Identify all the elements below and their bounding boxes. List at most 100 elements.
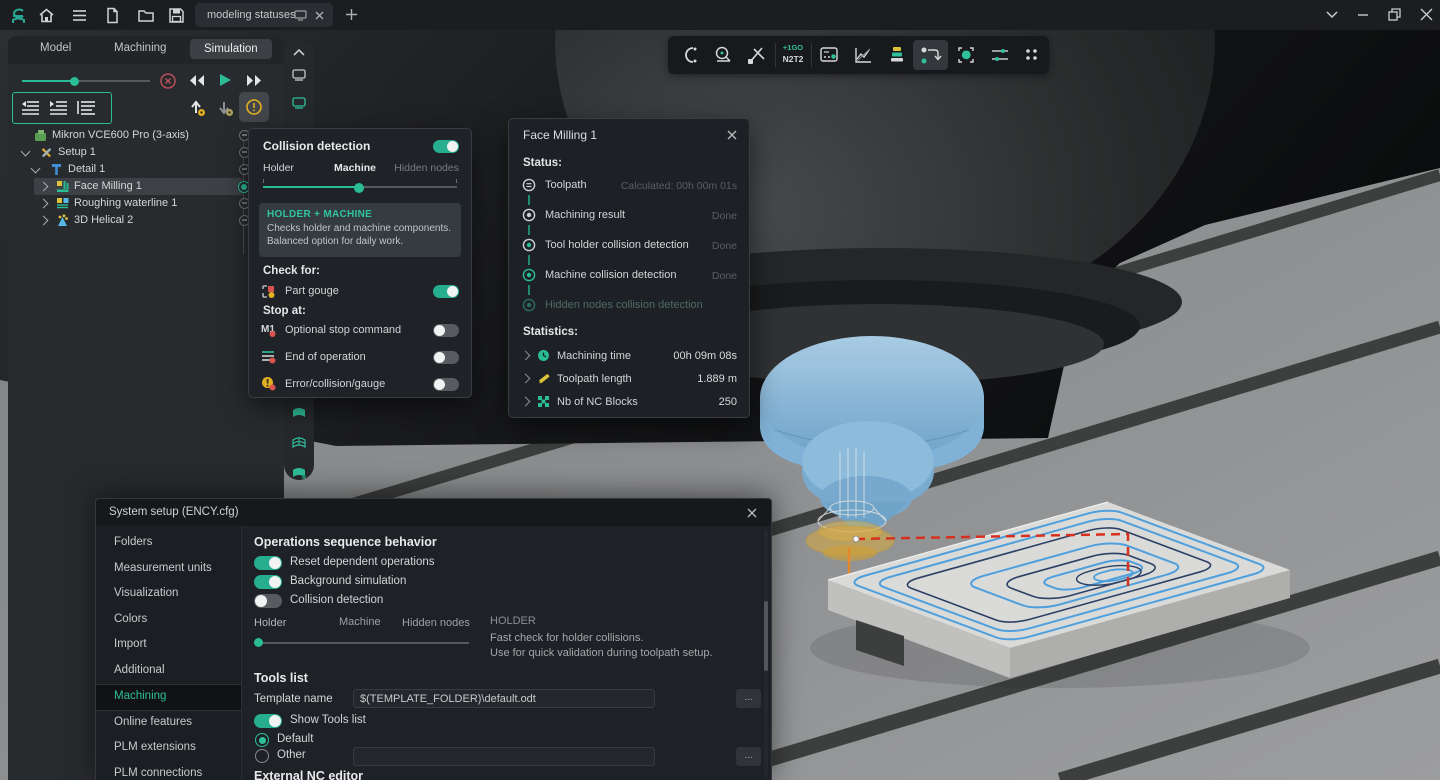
goto-current-list-icon[interactable] [48,99,68,115]
sidebar-item-online-features[interactable]: Online features [96,711,241,736]
slider-label-machine[interactable]: Machine [334,162,376,174]
stat-row-nc-blocks[interactable]: Nb of NC Blocks 250 [509,393,749,411]
tool-stack-icon[interactable] [882,40,912,70]
error-gauge-row[interactable]: Error/collision/gauge [249,374,471,394]
status-item-toolpath[interactable]: Toolpath Calculated: 00h 00m 01s [509,177,749,195]
background-simulation-toggle[interactable] [254,575,282,589]
open-folder-icon[interactable] [137,7,154,24]
sidebar-item-plm-connections[interactable]: PLM connections [96,762,241,780]
template-browse-button[interactable]: ... [736,689,761,708]
chevron-right-icon[interactable] [39,216,49,226]
collision-level-slider[interactable] [254,642,469,644]
filters-icon[interactable] [985,40,1015,70]
chevron-down-icon[interactable] [21,147,31,157]
goto-start-list-icon[interactable] [20,99,40,115]
other-template-input[interactable] [353,747,655,766]
sidebar-item-folders[interactable]: Folders [96,531,241,556]
diagnostics-icon[interactable] [848,40,878,70]
new-tab-icon[interactable] [344,7,361,24]
other-radio[interactable] [255,749,269,763]
machine-outline-icon[interactable] [290,66,308,84]
collision-level-slider-handle[interactable] [354,183,364,193]
status-item-hidden-nodes[interactable]: Hidden nodes collision detection [509,297,749,315]
close-tab-icon[interactable] [314,10,325,21]
save-icon[interactable] [168,7,185,24]
stat-row-toolpath-length[interactable]: Toolpath length 1.889 m [509,370,749,388]
stock-icon[interactable] [290,405,308,421]
dialog-scrollbar-thumb[interactable] [764,601,768,671]
collision-level-slider-handle[interactable] [254,638,263,647]
sidebar-item-import[interactable]: Import [96,633,241,658]
sidebar-item-visualization[interactable]: Visualization [96,582,241,607]
gcode-icon[interactable]: +1GO N2T2 [777,40,809,70]
status-item-machine-collision[interactable]: Machine collision detection Done [509,267,749,285]
arrow-up-badge-icon[interactable] [189,98,206,117]
status-item-holder-collision[interactable]: Tool holder collision detection Done [509,237,749,255]
chevron-right-icon[interactable] [39,199,49,209]
part-gouge-toggle[interactable] [433,285,459,298]
slider-label-machine[interactable]: Machine [339,616,381,628]
collision-zone-icon[interactable] [951,40,981,70]
part-icon[interactable] [290,465,308,481]
mesh-icon[interactable] [290,435,308,451]
magnet-icon[interactable] [674,40,704,70]
rewind-icon[interactable] [189,74,205,87]
tab-model[interactable]: Model [40,42,71,54]
collision-detection-toggle[interactable] [254,594,282,608]
close-icon[interactable] [725,128,739,142]
measure-icon[interactable] [708,40,738,70]
dialog-scrollbar[interactable] [764,529,768,778]
restore-icon[interactable] [1387,7,1404,24]
chevron-up-icon[interactable] [292,48,306,58]
home-icon[interactable] [38,7,55,24]
slider-label-hidden-nodes[interactable]: Hidden nodes [402,617,470,629]
slider-label-hidden-nodes[interactable]: Hidden nodes [394,162,459,174]
error-gauge-toggle[interactable] [433,378,459,391]
sidebar-item-machining[interactable]: Machining [96,684,241,711]
fast-forward-icon[interactable] [246,74,262,87]
close-icon[interactable] [1419,7,1436,24]
stat-row-machining-time[interactable]: Machining time 00h 09m 08s [509,347,749,365]
show-tools-list-toggle[interactable] [254,714,282,728]
end-operation-row[interactable]: End of operation [249,347,471,367]
optional-stop-row[interactable]: M1 Optional stop command [249,320,471,340]
end-operation-toggle[interactable] [433,351,459,364]
stop-icon[interactable] [160,73,176,89]
apps-grid-icon[interactable] [1016,40,1046,70]
tab-simulation[interactable]: Simulation [190,39,272,59]
status-item-machining-result[interactable]: Machining result Done [509,207,749,225]
minimize-icon[interactable] [1356,8,1373,25]
menu-icon[interactable] [71,7,88,24]
document-tab[interactable]: modeling statuses [195,3,333,27]
reset-dependent-toggle[interactable] [254,556,282,570]
numbered-list-icon[interactable] [76,99,96,115]
simulation-progress-handle[interactable] [70,77,79,86]
dialog-titlebar[interactable]: System setup (ENCY.cfg) [96,499,771,526]
collision-detection-toggle[interactable] [433,140,459,153]
warning-button[interactable] [239,92,269,122]
sidebar-item-plm-extensions[interactable]: PLM extensions [96,736,241,761]
play-icon[interactable] [219,73,232,87]
control-panel-icon[interactable] [814,40,844,70]
slider-label-holder[interactable]: Holder [263,162,294,174]
template-name-input[interactable] [353,689,655,708]
part-gouge-row[interactable]: Part gouge [249,282,471,302]
sidebar-item-colors[interactable]: Colors [96,608,241,633]
other-browse-button[interactable]: ... [736,747,761,766]
sidebar-item-measurement-units[interactable]: Measurement units [96,557,241,582]
ency-logo[interactable] [10,7,27,24]
machine-active-icon[interactable] [290,94,308,112]
tab-machining[interactable]: Machining [114,42,166,54]
arrow-down-badge-icon[interactable] [217,98,234,117]
default-radio[interactable] [255,733,269,747]
new-file-icon[interactable] [104,7,121,24]
close-icon[interactable] [745,506,759,520]
chevron-down-icon[interactable] [31,164,41,174]
chevron-right-icon[interactable] [39,182,49,192]
slider-label-holder[interactable]: Holder [254,617,286,629]
chevron-down-icon[interactable] [1325,10,1342,27]
caliper-icon[interactable] [742,40,772,70]
sidebar-item-additional[interactable]: Additional [96,659,241,684]
node-route-icon[interactable] [913,40,948,70]
optional-stop-toggle[interactable] [433,324,459,337]
